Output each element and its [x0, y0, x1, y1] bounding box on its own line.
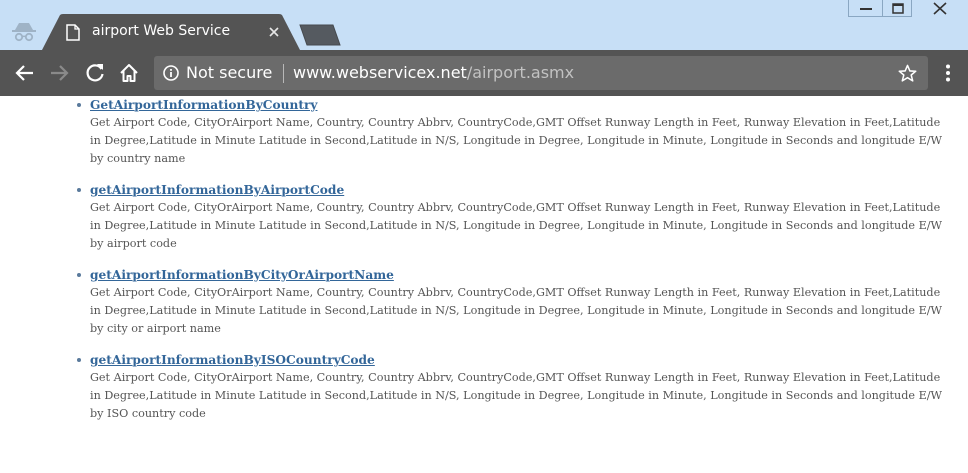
url-host: www.webservicex.net [293, 63, 467, 82]
list-item: getAirportInformationByCityOrAirportName… [77, 266, 962, 337]
operation-link[interactable]: getAirportInformationByAirportCode [90, 181, 962, 199]
info-icon[interactable] [163, 65, 179, 81]
operation-description-line: in Degree,Latitude in Minute Latitude in… [90, 388, 943, 402]
maximize-button[interactable] [882, 0, 912, 17]
operation-description-line: in Degree,Latitude in Minute Latitude in… [90, 218, 943, 232]
bullet [77, 103, 81, 107]
operation-link[interactable]: getAirportInformationByISOCountryCode [90, 351, 962, 369]
home-icon[interactable] [118, 62, 140, 84]
list-item: getAirportInformationByAirportCode Get A… [77, 181, 962, 252]
operation-description-line: by city or airport name [90, 321, 221, 335]
address-bar[interactable]: Not secure www.webservicex.net/airport.a… [154, 56, 928, 90]
tab-title: airport Web Service [92, 23, 231, 39]
operation-description-line: Get Airport Code, CityOrAirport Name, Co… [90, 201, 941, 214]
reload-icon[interactable] [84, 62, 106, 84]
security-label[interactable]: Not secure [186, 63, 272, 82]
incognito-icon [12, 23, 36, 42]
browser-toolbar: Not secure www.webservicex.net/airport.a… [0, 50, 968, 96]
title-bar: airport Web Service [0, 0, 968, 50]
url-path: /airport.asmx [466, 63, 575, 82]
operation-description-line: Get Airport Code, CityOrAirport Name, Co… [90, 116, 941, 129]
minimize-icon [860, 8, 872, 10]
operation-description-line: Get Airport Code, CityOrAirport Name, Co… [90, 286, 941, 299]
list-item: getAirportInformationByISOCountryCode Ge… [77, 351, 962, 422]
operation-link[interactable]: GetAirportInformationByCountry [90, 96, 962, 114]
page-content: GetAirportInformationByCountry Get Airpo… [0, 96, 968, 473]
window-controls [848, 0, 968, 18]
operation-description-line: Get Airport Code, CityOrAirport Name, Co… [90, 371, 941, 384]
new-tab-icon[interactable] [296, 24, 342, 46]
window-close-icon [933, 2, 947, 15]
operation-description-line: in Degree,Latitude in Minute Latitude in… [90, 303, 943, 317]
minimize-button[interactable] [848, 0, 882, 17]
operation-description-line: by airport code [90, 236, 177, 250]
bullet [77, 188, 81, 192]
maximize-icon [892, 3, 904, 14]
operation-description-line: by country name [90, 151, 186, 165]
back-icon[interactable] [14, 62, 36, 84]
omnibox-divider [283, 64, 284, 83]
browser-tab[interactable]: airport Web Service [42, 14, 300, 50]
menu-icon[interactable] [938, 63, 958, 83]
operation-description-line: in Degree,Latitude in Minute Latitude in… [90, 133, 943, 147]
window-close-button[interactable] [912, 0, 968, 17]
operation-description-line: by ISO country code [90, 406, 206, 420]
forward-icon[interactable] [48, 62, 70, 84]
page-icon [66, 24, 80, 41]
operation-link[interactable]: getAirportInformationByCityOrAirportName [90, 266, 962, 284]
close-icon[interactable] [266, 24, 282, 40]
bullet [77, 358, 81, 362]
star-icon[interactable] [898, 64, 917, 83]
list-item: GetAirportInformationByCountry Get Airpo… [77, 96, 962, 167]
bullet [77, 273, 81, 277]
url-text[interactable]: www.webservicex.net/airport.asmx [293, 63, 574, 82]
